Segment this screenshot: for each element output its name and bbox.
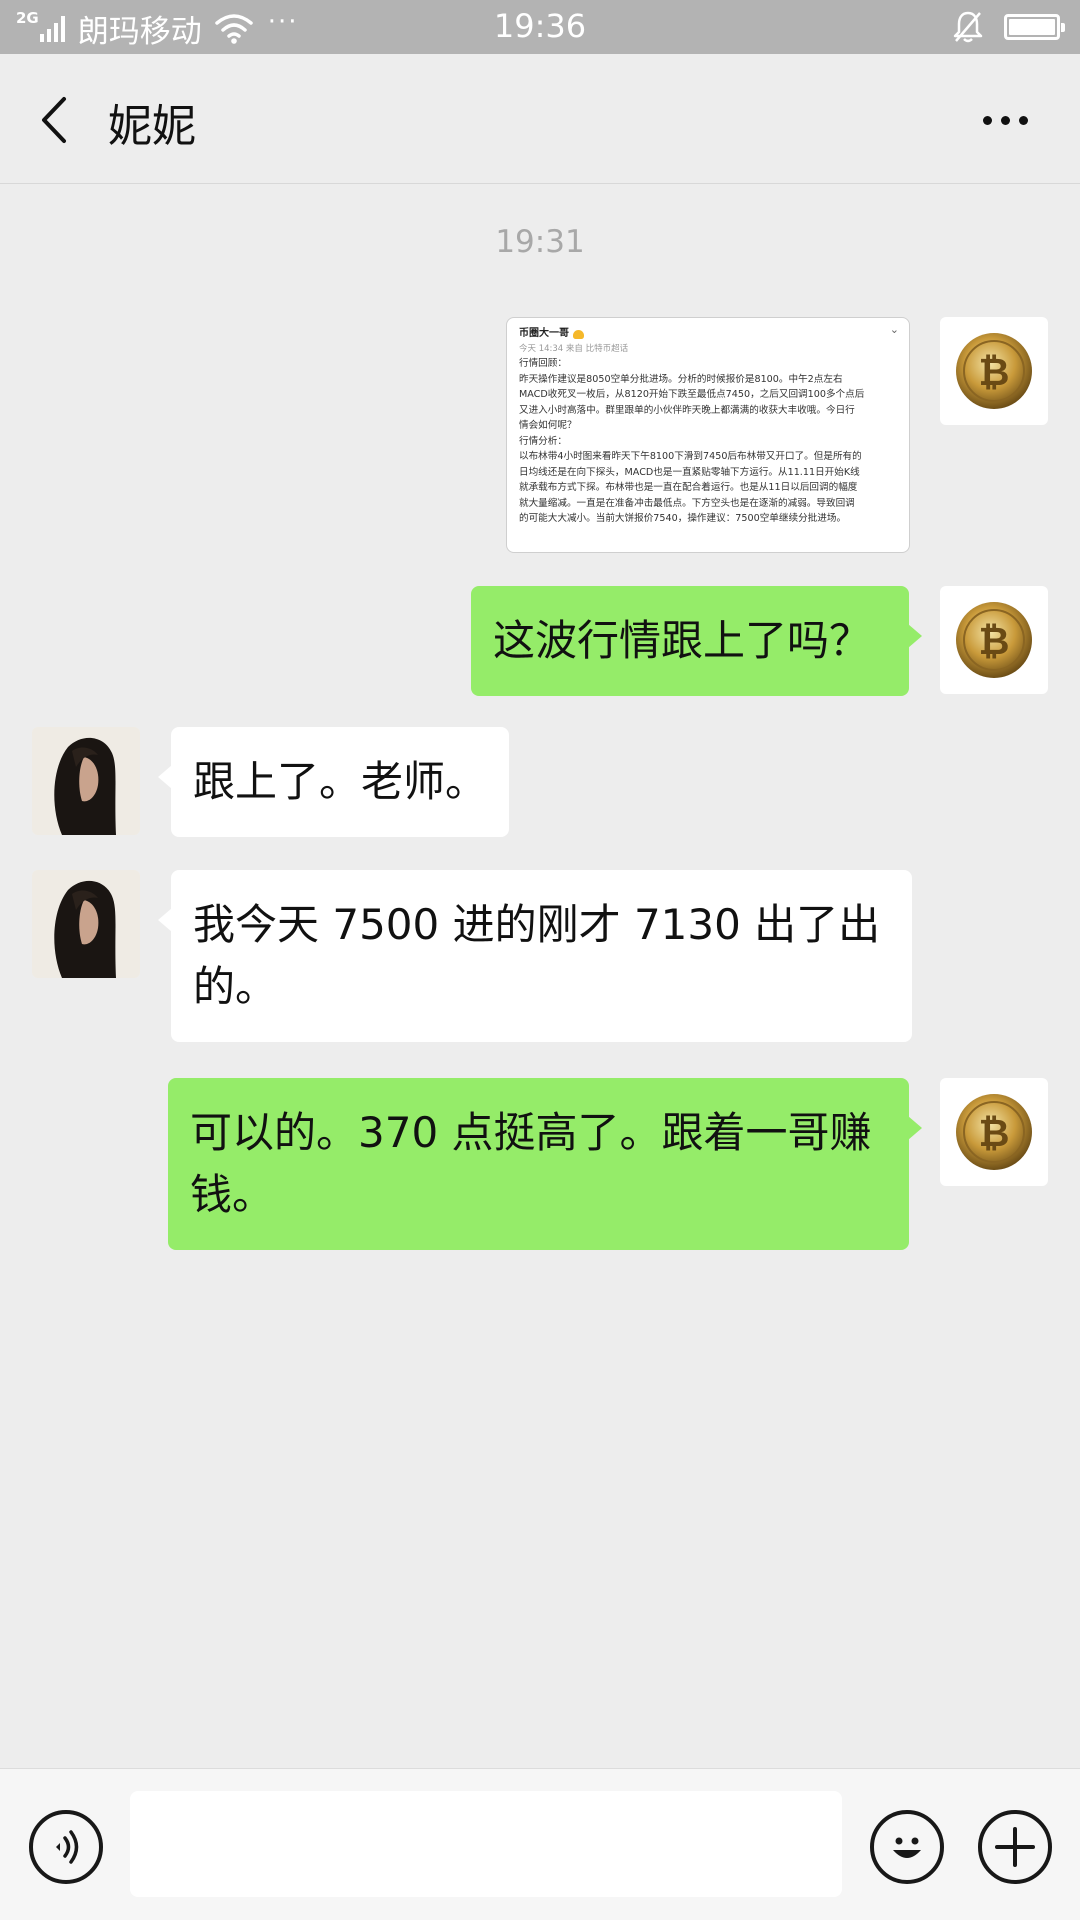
more-icon: [982, 115, 992, 125]
svg-text:₿: ₿: [979, 1111, 1010, 1155]
message-text: 这波行情跟上了吗？: [493, 616, 872, 665]
post-line: 又进入小时高落中。群里跟单的小伙伴昨天晚上都满满的收获大丰收哦。今日行: [519, 404, 855, 416]
post-line: 就承载布方式下探。布林带也是一直在配合着运行。也是从11日以后回调的幅度: [519, 482, 858, 493]
emoji-icon-small: [573, 329, 584, 339]
image-message[interactable]: 币圈大一哥 ⌄ 今天 14:34 来自 比特币超话 行情回顾： 昨天操作建议是8…: [506, 317, 910, 553]
back-button[interactable]: [26, 90, 82, 150]
post-line: 日均线还是在向下探头，MACD也是一直紧贴零轴下方运行。从11.11日开始K线: [519, 466, 860, 478]
post-line: 昨天操作建议是8050空单分批进场。分析的时候报价是8100。中午2点左右: [519, 373, 843, 385]
status-time: 19:36: [493, 7, 587, 45]
status-bar: 2G 朗玛移动 ··· 19:36: [0, 0, 1080, 54]
post-line: 行情回顾：: [519, 358, 567, 369]
emoji-icon: [893, 1837, 921, 1858]
back-icon: [42, 97, 66, 143]
svg-text:₿: ₿: [979, 350, 1010, 394]
profile-photo-icon: [32, 870, 140, 978]
battery-icon: [1004, 14, 1065, 40]
post-header: 币圈大一哥: [519, 326, 899, 342]
bitcoin-icon: ₿: [956, 333, 1032, 409]
post-meta: 今天 14:34 来自 比特币超话: [519, 344, 629, 354]
message-bubble-sent[interactable]: 这波行情跟上了吗？: [471, 586, 922, 696]
post-line: 就大量缩减。一直是在准备冲击最低点。下方空头也是在逐渐的减弱。导致回调: [519, 497, 855, 509]
post-author: 币圈大一哥: [519, 328, 569, 340]
chat-title: 妮妮: [108, 101, 196, 152]
post-line: 行情分析：: [519, 435, 567, 447]
input-bar: [0, 1768, 1080, 1920]
contact-avatar[interactable]: [32, 727, 140, 835]
post-line: 的可能大大减小。当前大饼报价7540，操作建议：7500空单继续分批进场。: [519, 513, 847, 524]
message-text: 跟上了。老师。: [193, 757, 488, 806]
contact-avatar[interactable]: [32, 870, 140, 978]
message-bubble-sent[interactable]: 可以的。370 点挺高了。跟着一哥赚钱。: [168, 1078, 922, 1250]
post-line: 以布林带4小时图来看昨天下午8100下滑到7450后布林带又开口了。但是所有的: [519, 451, 862, 462]
chevron-down-icon: ⌄: [889, 323, 899, 336]
title-bar: 妮妮: [0, 54, 1080, 184]
more-button[interactable]: [970, 96, 1040, 144]
bitcoin-icon: ₿: [956, 1094, 1032, 1170]
message-bubble-received[interactable]: 我今天 7500 进的刚才 7130 出了出的。: [158, 870, 912, 1042]
message-text: 我今天 7500 进的刚才 7130 出了出的。: [193, 900, 881, 1011]
my-avatar[interactable]: ₿: [940, 586, 1048, 694]
plus-icon: [995, 1827, 1035, 1867]
message-input[interactable]: [130, 1791, 842, 1897]
message-bubble-received[interactable]: 跟上了。老师。: [157, 727, 510, 837]
post-line: MACD收死叉一枚后，从8120开始下跌至最低点7450，之后又回调100多个点…: [519, 389, 865, 400]
profile-photo-icon: [32, 727, 140, 835]
voice-icon: [56, 1830, 79, 1864]
my-avatar[interactable]: ₿: [940, 1078, 1048, 1186]
voice-button[interactable]: [29, 1810, 103, 1884]
emoji-button[interactable]: [870, 1810, 944, 1884]
svg-text:₿: ₿: [979, 619, 1010, 663]
my-avatar[interactable]: ₿: [940, 317, 1048, 425]
post-line: 情会如何呢？: [519, 420, 577, 431]
message-timestamp: 19:31: [495, 224, 585, 260]
plus-button[interactable]: [978, 1810, 1052, 1884]
message-text: 可以的。370 点挺高了。跟着一哥赚钱。: [190, 1108, 872, 1219]
bitcoin-icon: ₿: [956, 602, 1032, 678]
mute-bell-icon: [953, 11, 983, 43]
